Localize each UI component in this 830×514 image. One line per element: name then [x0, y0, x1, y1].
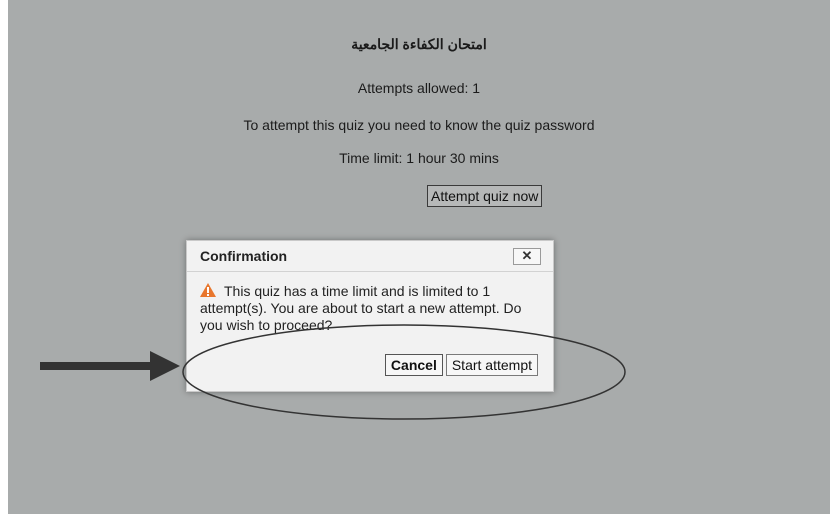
dialog-button-row: Cancel Start attempt [384, 354, 538, 376]
quiz-title: امتحان الكفاءة الجامعية [351, 36, 487, 52]
attempts-allowed-text: Attempts allowed: 1 [357, 80, 481, 96]
attempt-quiz-button[interactable]: Attempt quiz now [427, 185, 543, 207]
time-limit-text: Time limit: 1 hour 30 mins [339, 150, 499, 166]
annotation-arrow-head [150, 351, 180, 381]
dialog-title: Confirmation [200, 248, 288, 264]
start-attempt-button[interactable]: Start attempt [445, 354, 538, 376]
confirmation-dialog: Confirmation ✕ This quiz has a time limi… [186, 240, 554, 392]
warning-icon [200, 283, 216, 297]
dialog-message-text: This quiz has a time limit and is limite… [200, 283, 522, 333]
close-icon[interactable]: ✕ [513, 248, 541, 265]
dialog-header: Confirmation ✕ [187, 241, 553, 272]
annotation-arrow-shaft [40, 362, 156, 370]
password-notice-text: To attempt this quiz you need to know th… [243, 117, 595, 133]
dialog-message: This quiz has a time limit and is limite… [200, 283, 545, 334]
cancel-button[interactable]: Cancel [384, 354, 443, 376]
